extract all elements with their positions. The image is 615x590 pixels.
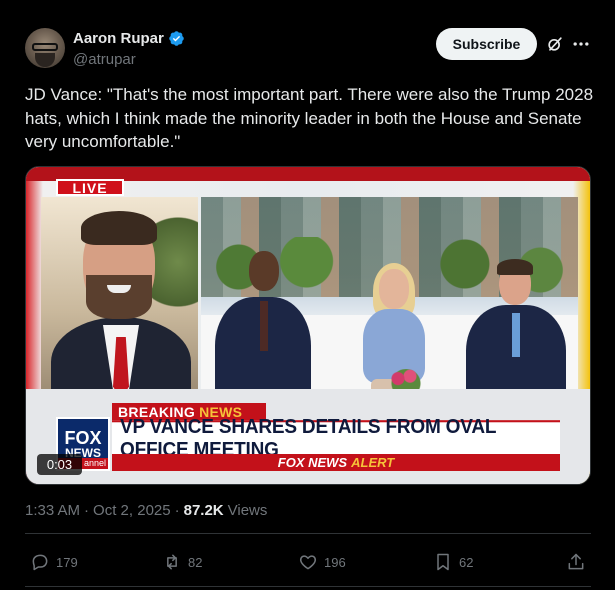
alert-brand: FOX NEWS (277, 455, 348, 470)
host-center-head (379, 269, 409, 309)
avatar[interactable] (25, 28, 65, 68)
bottom-divider (25, 586, 591, 587)
host-left-head (249, 251, 279, 291)
repost-icon (167, 554, 177, 570)
views-label: Views (227, 502, 268, 519)
video-duration-badge: 0:03 (37, 454, 82, 475)
remote-guest-panel (41, 197, 198, 389)
host-left-tie (260, 301, 268, 351)
video-player[interactable]: LIVE BREAKING NEWS VP VANCE SHARES DETAI… (25, 166, 591, 485)
like-count: 196 (324, 554, 346, 570)
heart-icon (299, 555, 317, 570)
reply-count: 179 (56, 554, 78, 570)
like-button[interactable]: 196 (298, 548, 346, 576)
headline-chyron: VP VANCE SHARES DETAILS FROM OVAL OFFICE… (112, 415, 560, 461)
author-name-row: Aaron Rupar (73, 30, 185, 47)
alert-word: ALERT (351, 455, 395, 470)
divider (25, 533, 591, 534)
avatar-glasses (32, 43, 58, 51)
more-icon[interactable] (571, 34, 591, 54)
author-handle[interactable]: @atrupar (73, 51, 136, 68)
share-button[interactable] (566, 548, 586, 576)
grok-icon[interactable] (545, 34, 565, 54)
studio-panel (201, 197, 578, 419)
repost-button[interactable]: 82 (162, 548, 202, 576)
guest-hair (81, 211, 157, 245)
post-time[interactable]: 1:33 AM (25, 502, 80, 519)
reply-button[interactable]: 179 (30, 548, 78, 576)
meta-separator: · (84, 502, 90, 519)
action-bar: 179 82 196 62 (25, 548, 591, 576)
post-meta: 1:33 AM · Oct 2, 2025 · 87.2K Views (25, 502, 267, 519)
alert-bar: FOX NEWS ALERT (112, 454, 560, 471)
author-display-name[interactable]: Aaron Rupar (73, 30, 164, 47)
post-date[interactable]: Oct 2, 2025 (93, 502, 171, 519)
post: Aaron Rupar @atrupar Subscribe JD Vance:… (0, 0, 615, 590)
share-icon (568, 553, 584, 570)
verified-badge-icon (169, 31, 184, 46)
avatar-beard (35, 53, 55, 67)
post-text: JD Vance: "That's the most important par… (25, 85, 594, 151)
host-right-tie (512, 313, 520, 357)
bookmark-button[interactable]: 62 (433, 548, 473, 576)
views-count[interactable]: 87.2K (184, 502, 224, 519)
logo-fox-text: FOX (64, 428, 102, 448)
reply-icon (32, 554, 48, 571)
meta-separator-2: · (174, 502, 180, 519)
live-badge: LIVE (56, 179, 124, 196)
host-right-hair (497, 259, 533, 275)
bookmark-count: 62 (459, 554, 474, 570)
repost-count: 82 (188, 554, 203, 570)
subscribe-button[interactable]: Subscribe (436, 28, 537, 60)
bookmark-icon (437, 553, 449, 571)
guest-beard (86, 275, 152, 319)
